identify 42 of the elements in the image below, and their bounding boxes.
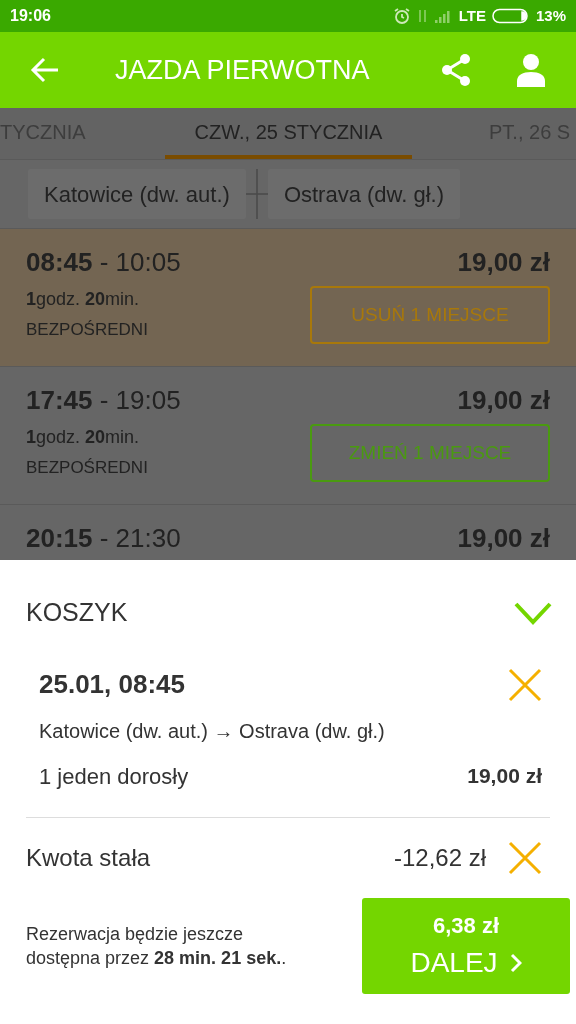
trip-price: 19,00 zł [457,384,550,417]
share-icon[interactable] [440,53,472,87]
trip-times: 20:15 - 21:30 [26,522,181,555]
origin-field[interactable]: Katowice (dw. aut.) [28,169,246,219]
cart-item-route: Katowice (dw. aut.) → Ostrava (dw. gł.) [39,719,386,744]
date-tab[interactable]: CZW., 25 STYCZNIA [165,108,412,159]
battery-level: 13% [535,5,566,26]
trip-price: 19,00 zł [457,522,550,555]
trip-price: 19,00 zł [457,246,550,279]
network-type: LTE [458,5,486,26]
fee-label: Kwota stała [26,843,151,873]
cart-title: KOSZYK [26,596,128,628]
cart-item-date: 25.01, 08:45 [39,668,185,701]
next-label: DALEJ [410,945,498,980]
swap-divider-icon [245,169,268,219]
user-icon[interactable] [516,53,546,87]
alarm-icon [392,7,411,25]
remove-icon[interactable] [508,667,542,702]
seat-button[interactable]: USUŃ 1 MIEJSCE [310,286,550,344]
reservation-notice: Rezerwacja będzie jeszcze dostępna przez 28 min. 21 sek.. [26,923,288,970]
next-button[interactable]: 6,38 zł DALEJ [362,898,570,994]
remove-icon[interactable] [508,841,542,875]
chevron-right-icon [509,952,522,973]
trip-type: BEZPOŚREDNI [26,457,148,479]
seat-button[interactable]: ZMIEŃ 1 MIEJSCE [310,424,550,482]
cart-item-price: 19,00 zł [467,763,542,789]
battery-icon [491,8,530,24]
screen-title: JAZDA PIERWOTNA [115,53,370,87]
destination-field[interactable]: Ostrava (dw. gł.) [267,169,461,219]
trip-row[interactable]: 08:45 - 10:05 19,00 zł 1godz. 20min. BEZPOŚREDNI USUŃ 1 MIEJSCE [0,229,576,367]
trip-duration: 1godz. 20min. [26,426,141,449]
status-time: 19:06 [10,6,51,26]
passenger-count: 1 jeden dorosły [39,763,189,791]
trip-type: BEZPOŚREDNI [26,319,148,341]
trip-times: 08:45 - 10:05 [26,246,181,279]
signal-icon [434,9,453,23]
total-price: 6,38 zł [432,911,499,940]
trip-times: 17:45 - 19:05 [26,384,181,417]
back-arrow-icon[interactable] [30,57,60,83]
data-arrows-icon [416,8,429,24]
trip-duration: 1godz. 20min. [26,288,141,311]
fee-amount: -12,62 zł [393,843,486,873]
